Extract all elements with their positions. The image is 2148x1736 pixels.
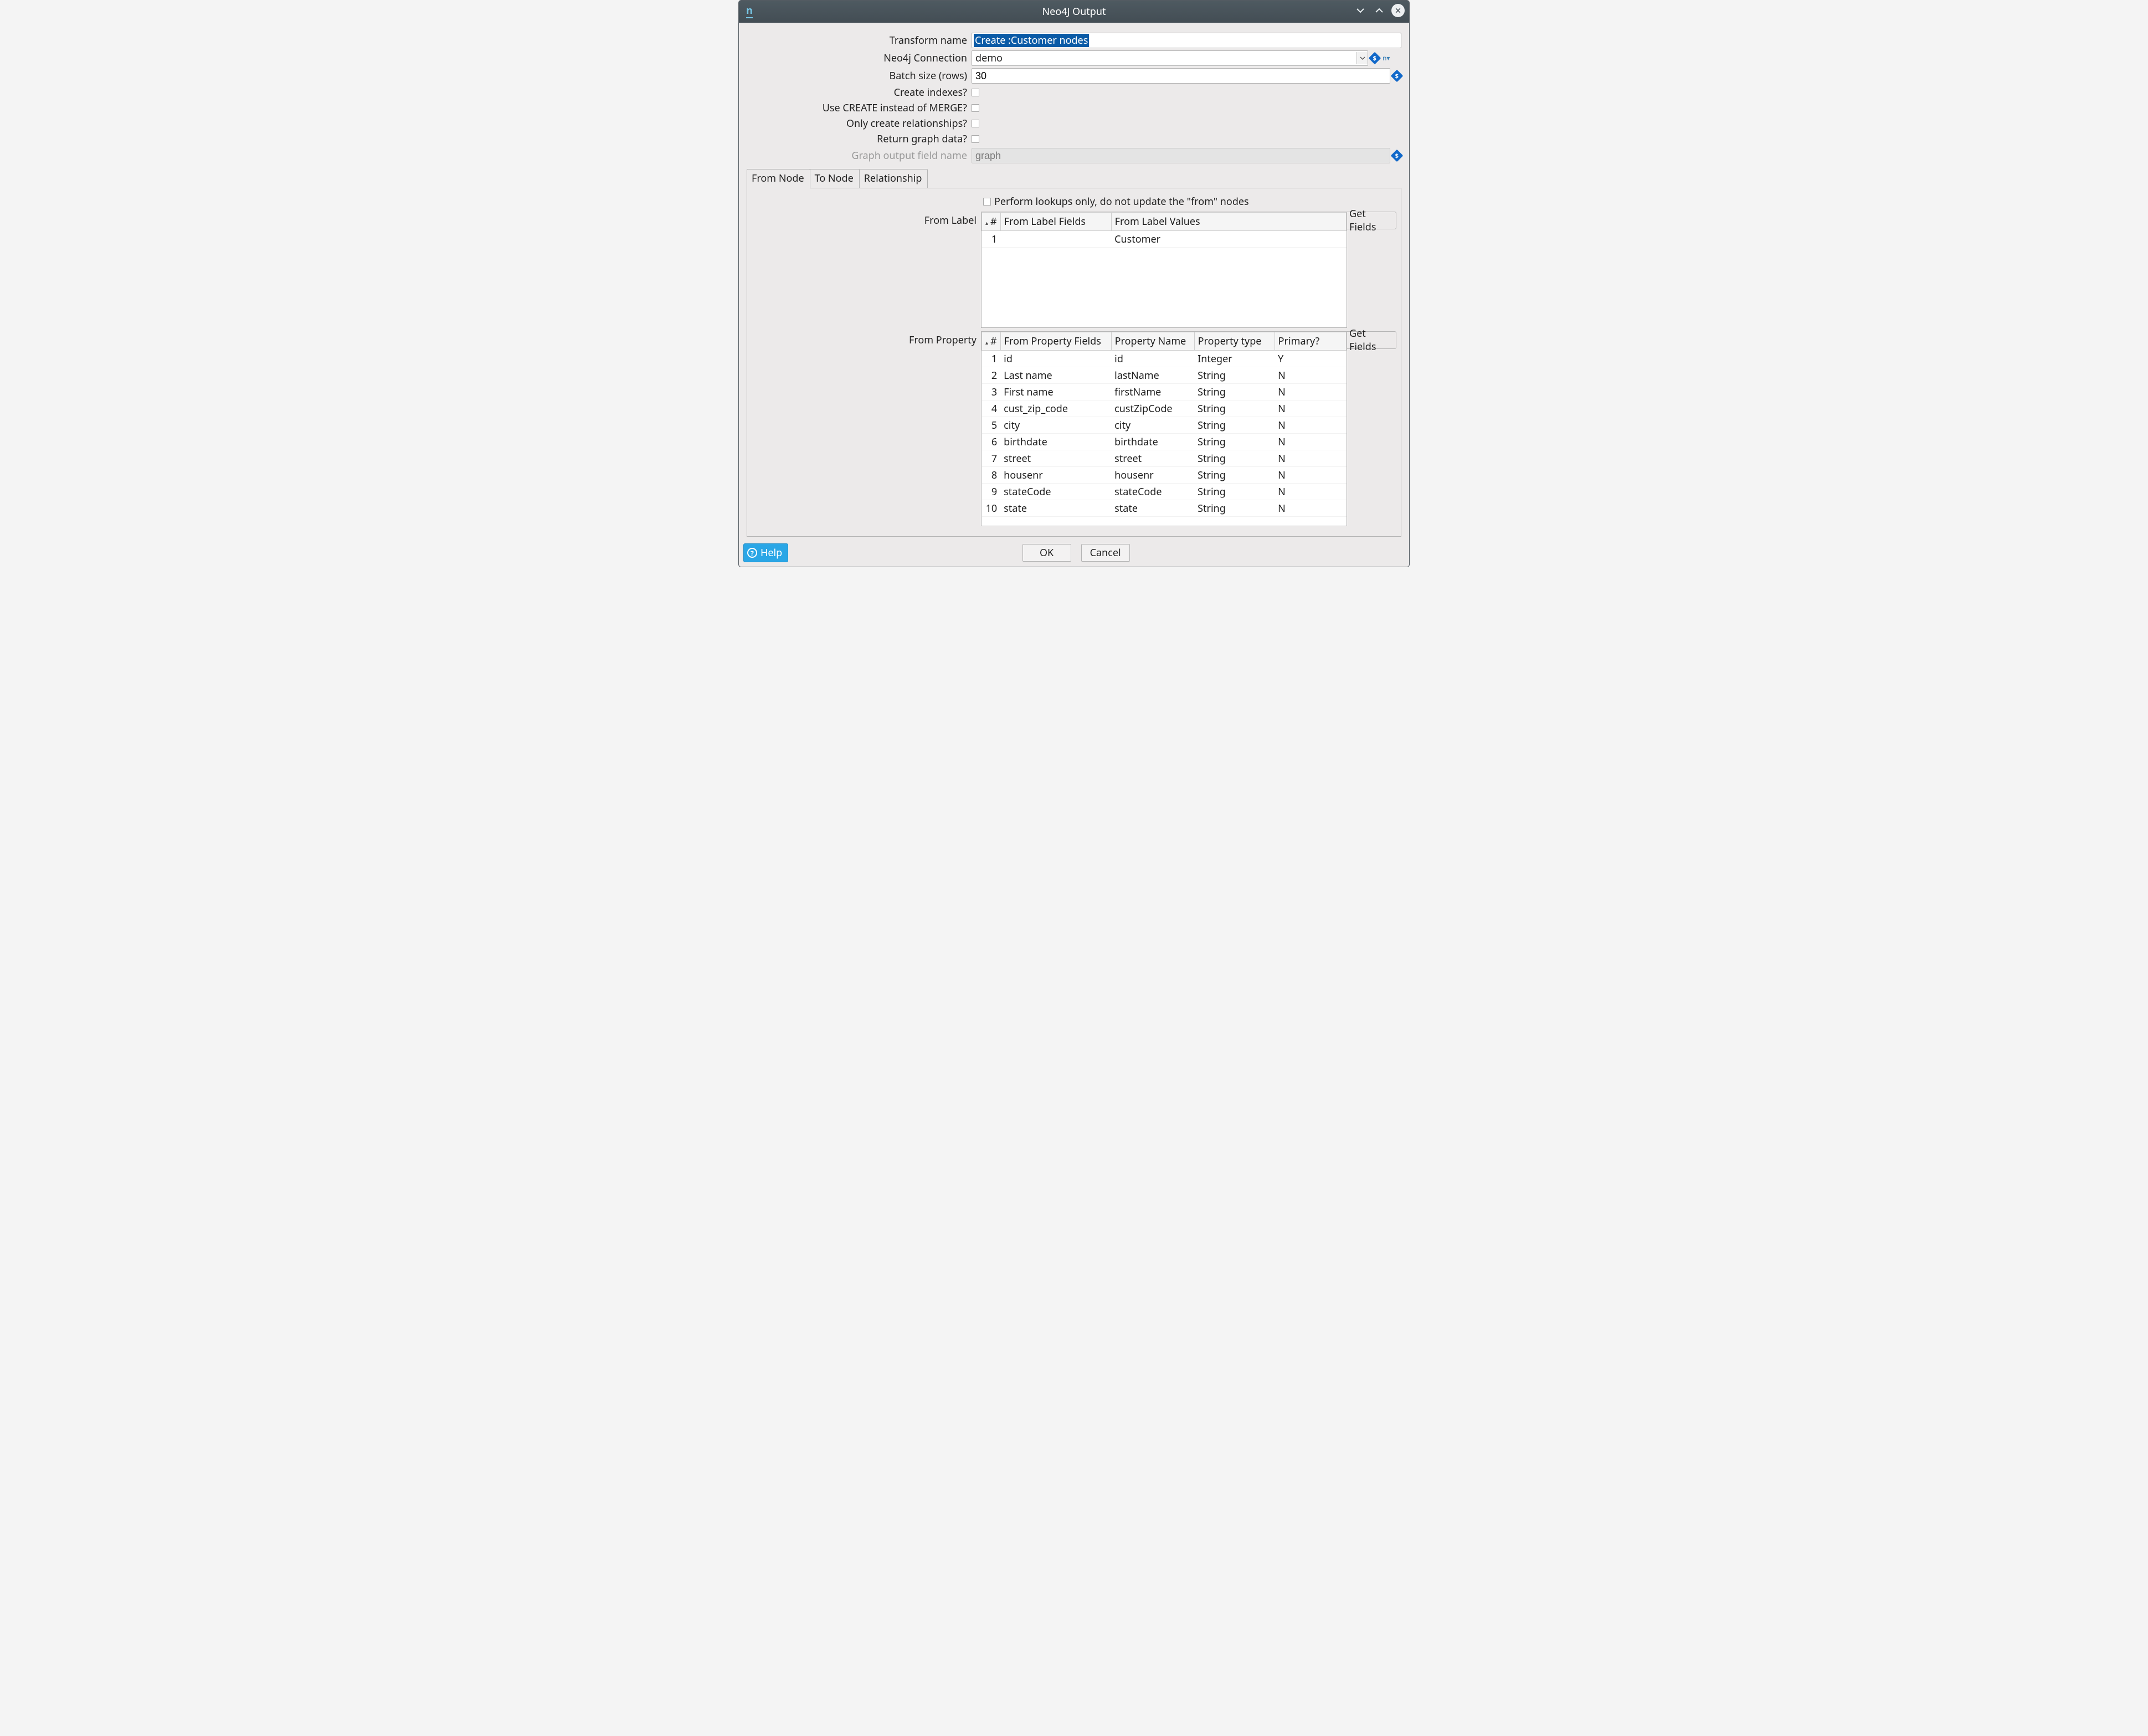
table-row[interactable]: 4cust_zip_codecustZipCodeStringN xyxy=(982,400,1347,417)
ok-button[interactable]: OK xyxy=(1022,544,1071,562)
from-node-panel: Perform lookups only, do not update the … xyxy=(747,188,1401,537)
table-row[interactable]: 1ididIntegerY xyxy=(982,351,1347,367)
connection-combo[interactable]: demo xyxy=(972,50,1368,66)
tabbar: From Node To Node Relationship xyxy=(747,169,1401,188)
transform-name-label: Transform name xyxy=(747,34,972,47)
titlebar: n Neo4J Output xyxy=(739,1,1409,23)
batch-size-label: Batch size (rows) xyxy=(747,69,972,83)
transform-name-value: Create :Customer nodes xyxy=(974,34,1089,47)
connection-variable-icon[interactable]: $ xyxy=(1369,52,1381,65)
col-prop-type[interactable]: Property type xyxy=(1194,332,1275,351)
table-row[interactable]: 2Last namelastNameStringN xyxy=(982,367,1347,384)
from-label-table[interactable]: # From Label Fields From Label Values 1C… xyxy=(981,212,1347,328)
col-prop-name[interactable]: Property Name xyxy=(1111,332,1194,351)
table-row[interactable]: 7streetstreetStringN xyxy=(982,450,1347,467)
use-create-checkbox[interactable] xyxy=(972,104,979,112)
from-property-get-fields-button[interactable]: Get Fields xyxy=(1347,331,1396,349)
dialog-content: Transform name Create :Customer nodes Ne… xyxy=(739,23,1409,540)
help-icon: ? xyxy=(747,548,757,558)
close-button[interactable] xyxy=(1391,4,1405,17)
minimize-button[interactable] xyxy=(1354,4,1367,17)
window-title: Neo4J Output xyxy=(1042,5,1106,18)
return-graph-label: Return graph data? xyxy=(747,132,972,146)
graph-output-variable-icon[interactable]: $ xyxy=(1391,150,1404,162)
maximize-button[interactable] xyxy=(1373,4,1386,17)
from-property-label: From Property xyxy=(752,331,981,526)
col-num[interactable]: # xyxy=(982,332,1001,351)
col-num[interactable]: # xyxy=(982,213,1001,231)
from-label-label: From Label xyxy=(752,212,981,328)
dialog-window: n Neo4J Output Transform name Create :Cu… xyxy=(738,0,1410,567)
only-rel-checkbox[interactable] xyxy=(972,120,979,127)
cancel-button[interactable]: Cancel xyxy=(1081,544,1130,562)
perform-lookups-checkbox[interactable] xyxy=(983,198,991,206)
col-label-fields[interactable]: From Label Fields xyxy=(1000,213,1111,231)
from-property-table[interactable]: # From Property Fields Property Name Pro… xyxy=(981,331,1347,526)
bottom-bar: ? Help OK Cancel xyxy=(739,540,1409,567)
table-row[interactable]: 10statestateStringN xyxy=(982,500,1347,517)
table-row[interactable]: 1Customer xyxy=(982,231,1347,248)
tab-to-node[interactable]: To Node xyxy=(810,169,860,188)
chevron-down-icon[interactable] xyxy=(1356,52,1368,64)
batch-variable-icon[interactable]: $ xyxy=(1391,70,1404,83)
table-row[interactable]: 8housenrhousenrStringN xyxy=(982,467,1347,484)
batch-size-input[interactable] xyxy=(972,68,1390,84)
create-indexes-label: Create indexes? xyxy=(747,86,972,99)
window-controls xyxy=(1354,4,1405,17)
connection-label: Neo4j Connection xyxy=(747,52,972,65)
connection-new-icon[interactable]: n▾ xyxy=(1381,54,1391,62)
help-button[interactable]: ? Help xyxy=(743,543,788,562)
from-label-get-fields-button[interactable]: Get Fields xyxy=(1347,212,1396,229)
transform-name-input[interactable]: Create :Customer nodes xyxy=(972,33,1401,48)
only-rel-label: Only create relationships? xyxy=(747,117,972,130)
help-label: Help xyxy=(760,546,782,559)
col-prop-primary[interactable]: Primary? xyxy=(1275,332,1346,351)
tab-from-node[interactable]: From Node xyxy=(747,169,810,188)
table-row[interactable]: 3First namefirstNameStringN xyxy=(982,384,1347,400)
table-row[interactable]: 5citycityStringN xyxy=(982,417,1347,434)
create-indexes-checkbox[interactable] xyxy=(972,89,979,96)
graph-output-input xyxy=(972,148,1390,163)
app-icon: n xyxy=(743,5,756,17)
graph-output-label: Graph output field name xyxy=(747,149,972,162)
table-row[interactable]: 6birthdatebirthdateStringN xyxy=(982,434,1347,450)
table-row[interactable]: 9stateCodestateCodeStringN xyxy=(982,484,1347,500)
col-label-values[interactable]: From Label Values xyxy=(1111,213,1346,231)
use-create-label: Use CREATE instead of MERGE? xyxy=(747,101,972,115)
tab-relationship[interactable]: Relationship xyxy=(859,169,928,188)
connection-value: demo xyxy=(975,52,1356,65)
return-graph-checkbox[interactable] xyxy=(972,135,979,143)
perform-lookups-label: Perform lookups only, do not update the … xyxy=(994,195,1249,208)
col-prop-fields[interactable]: From Property Fields xyxy=(1000,332,1111,351)
